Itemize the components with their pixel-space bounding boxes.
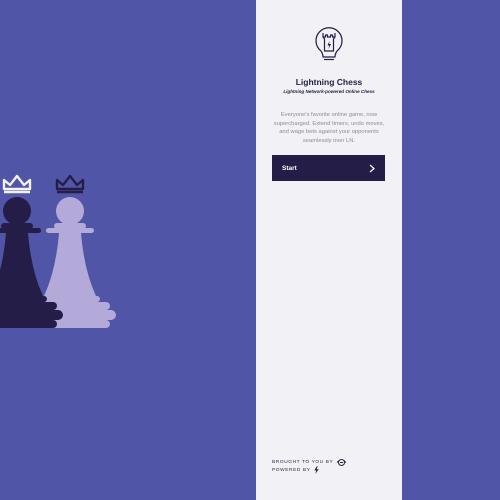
- side-panel: Lightning Chess Lightning Network-powere…: [256, 0, 402, 500]
- sponsor-logo-icon[interactable]: [336, 459, 347, 466]
- brought-by-line: BROUGHT TO YOU BY: [272, 459, 347, 466]
- brought-by-label: BROUGHT TO YOU BY: [272, 460, 334, 465]
- hero-crowned-pawns-illustration: [0, 174, 116, 328]
- app-title: Lightning Chess: [295, 77, 363, 87]
- start-button[interactable]: Start: [272, 155, 385, 181]
- powered-by-line: POWERED BY: [272, 466, 319, 474]
- crown-icon-light: [2, 174, 32, 194]
- app-description: Everyone's favorite online game, now sup…: [273, 112, 385, 144]
- powered-by-label: POWERED BY: [272, 467, 311, 473]
- crown-icon-dark: [55, 174, 85, 194]
- rook-bulb-icon: [315, 27, 343, 61]
- start-button-label: Start: [282, 164, 297, 172]
- chevron-right-icon: [369, 164, 375, 172]
- app-subtitle: Lightning Network-powered Online Chess: [283, 89, 375, 94]
- lightning-bolt-icon[interactable]: [313, 466, 319, 474]
- dark-pawn: [0, 197, 63, 328]
